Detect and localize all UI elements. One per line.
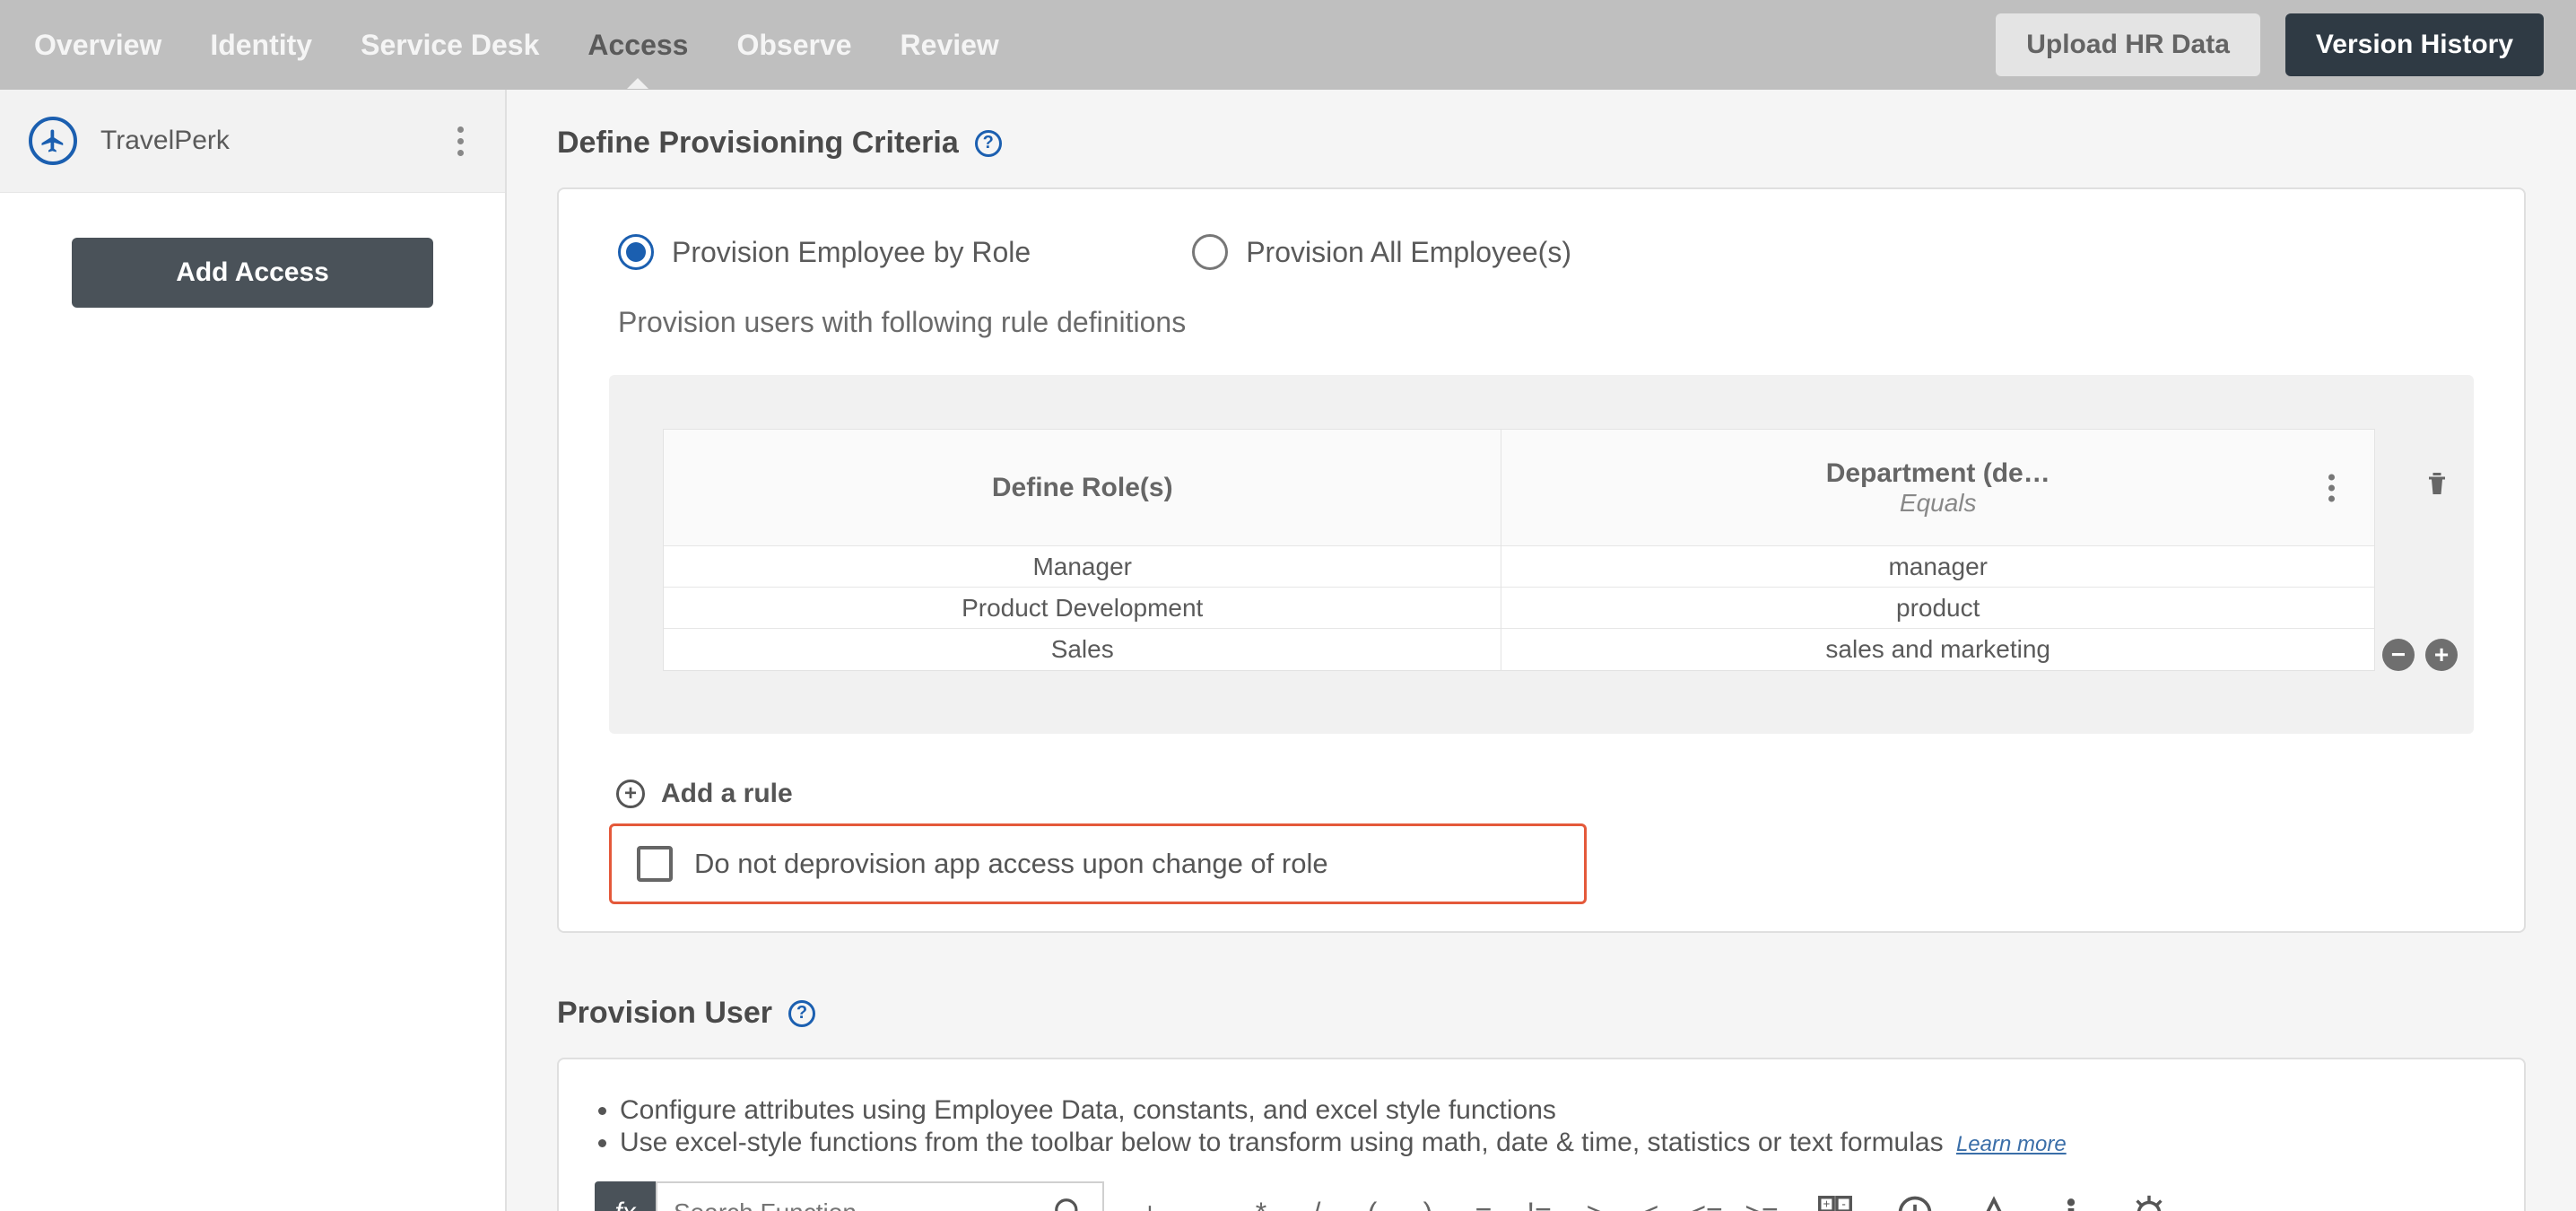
instruction-item: Configure attributes using Employee Data… [620, 1095, 2488, 1126]
rule-definition-block: Define Role(s) Manager Product Developme… [609, 375, 2474, 734]
rule-col-dept: Department (de… Equals manager product s… [1501, 430, 2374, 670]
debug-icon[interactable] [2128, 1192, 2170, 1211]
formula-toolbar: fx + - * / ( ) = != > < <= >= [595, 1181, 2488, 1211]
criteria-section-title: Define Provisioning Criteria ? [557, 126, 2526, 161]
provision-user-title-label: Provision User [557, 996, 772, 1031]
app-name-label: TravelPerk [100, 126, 444, 156]
radio-icon [618, 234, 654, 270]
sidebar: TravelPerk Add Access [0, 90, 507, 1211]
rule-col-dept-header-label: Department (de… [1826, 458, 2050, 489]
tab-access[interactable]: Access [586, 2, 690, 89]
criteria-panel: Provision Employee by Role Provision All… [557, 187, 2526, 933]
op-plus[interactable]: + [1122, 1197, 1178, 1211]
help-icon[interactable]: ? [975, 130, 1002, 157]
rule-cell-dept[interactable]: manager [1501, 546, 2374, 588]
provision-user-title: Provision User ? [557, 996, 2526, 1031]
rule-cell-role[interactable]: Sales [664, 629, 1501, 670]
plus-circle-icon: + [616, 780, 645, 808]
sidebar-more-button[interactable] [444, 126, 476, 156]
provision-user-instructions: Configure attributes using Employee Data… [595, 1095, 2488, 1158]
add-access-button[interactable]: Add Access [72, 238, 433, 308]
upload-hr-data-button[interactable]: Upload HR Data [1996, 13, 2260, 76]
op-multiply[interactable]: * [1233, 1197, 1289, 1211]
add-rule-label: Add a rule [661, 779, 793, 809]
rule-col-roles: Define Role(s) Manager Product Developme… [664, 430, 1501, 670]
top-navigation: Overview Identity Service Desk Access Ob… [0, 0, 2576, 90]
add-row-button[interactable]: + [2425, 639, 2458, 671]
learn-more-link[interactable]: Learn more [1956, 1132, 2067, 1156]
version-history-button[interactable]: Version History [2285, 13, 2544, 76]
op-minus[interactable]: - [1178, 1197, 1233, 1211]
math-icon[interactable]: +-×÷ [1815, 1192, 1856, 1211]
radio-icon [1192, 234, 1228, 270]
main-content: Define Provisioning Criteria ? Provision… [507, 90, 2576, 1211]
tab-overview[interactable]: Overview [32, 2, 163, 89]
instruction-item-text: Use excel-style functions from the toolb… [620, 1128, 1944, 1157]
op-eq[interactable]: = [1456, 1197, 1511, 1211]
travelperk-icon [29, 117, 77, 165]
op-lte[interactable]: <= [1678, 1197, 1734, 1211]
sidebar-app-header: TravelPerk [0, 90, 505, 193]
radio-all-label: Provision All Employee(s) [1246, 236, 1571, 269]
criteria-subtext: Provision users with following rule defi… [609, 306, 2474, 339]
text-icon[interactable] [1974, 1193, 2014, 1211]
remove-row-button[interactable]: − [2382, 639, 2415, 671]
radio-provision-all[interactable]: Provision All Employee(s) [1192, 234, 1571, 270]
op-gt[interactable]: > [1567, 1197, 1623, 1211]
tab-list: Overview Identity Service Desk Access Ob… [32, 2, 1001, 89]
op-neq[interactable]: != [1511, 1197, 1567, 1211]
rule-col-roles-header: Define Role(s) [664, 430, 1501, 546]
tab-observe[interactable]: Observe [735, 2, 853, 89]
rule-col-dept-sub: Equals [1900, 489, 1977, 518]
search-function-field[interactable] [656, 1181, 1104, 1211]
instruction-item: Use excel-style functions from the toolb… [620, 1128, 2488, 1158]
tab-review[interactable]: Review [899, 2, 1001, 89]
operator-buttons: + - * / ( ) = != > < <= >= [1122, 1181, 1789, 1211]
rule-cell-role[interactable]: Manager [664, 546, 1501, 588]
info-icon[interactable] [2053, 1193, 2089, 1211]
rule-col-roles-header-label: Define Role(s) [992, 473, 1173, 503]
svg-text:+: + [1823, 1197, 1830, 1210]
function-category-icons: +-×÷ [1815, 1181, 2170, 1211]
column-more-button[interactable] [2328, 474, 2335, 501]
fx-button[interactable]: fx [595, 1181, 656, 1211]
add-rule-button[interactable]: + Add a rule [609, 779, 2474, 809]
search-icon [1052, 1196, 1086, 1211]
op-rparen[interactable]: ) [1400, 1197, 1456, 1211]
svg-text:-: - [1841, 1197, 1845, 1210]
tab-service-desk[interactable]: Service Desk [359, 2, 541, 89]
criteria-title-label: Define Provisioning Criteria [557, 126, 959, 161]
radio-by-role-label: Provision Employee by Role [672, 236, 1031, 269]
op-lparen[interactable]: ( [1345, 1197, 1400, 1211]
search-function-input[interactable] [674, 1198, 1043, 1211]
help-icon[interactable]: ? [788, 1000, 815, 1027]
rule-cell-dept[interactable]: sales and marketing [1501, 629, 2374, 670]
deprovision-option[interactable]: Do not deprovision app access upon chang… [609, 823, 1587, 904]
deprovision-checkbox[interactable] [637, 846, 673, 882]
rule-cell-dept[interactable]: product [1501, 588, 2374, 629]
rule-col-dept-header: Department (de… Equals [1501, 430, 2374, 546]
deprovision-label: Do not deprovision app access upon chang… [694, 848, 1328, 880]
op-divide[interactable]: / [1289, 1197, 1345, 1211]
op-gte[interactable]: >= [1734, 1197, 1789, 1211]
clock-icon[interactable] [1895, 1193, 1935, 1211]
rule-cell-role[interactable]: Product Development [664, 588, 1501, 629]
tab-identity[interactable]: Identity [208, 2, 314, 89]
radio-provision-by-role[interactable]: Provision Employee by Role [618, 234, 1031, 270]
rule-table: Define Role(s) Manager Product Developme… [663, 429, 2375, 671]
delete-rule-button[interactable] [2421, 466, 2453, 506]
op-lt[interactable]: < [1623, 1197, 1678, 1211]
provision-user-panel: Configure attributes using Employee Data… [557, 1058, 2526, 1211]
